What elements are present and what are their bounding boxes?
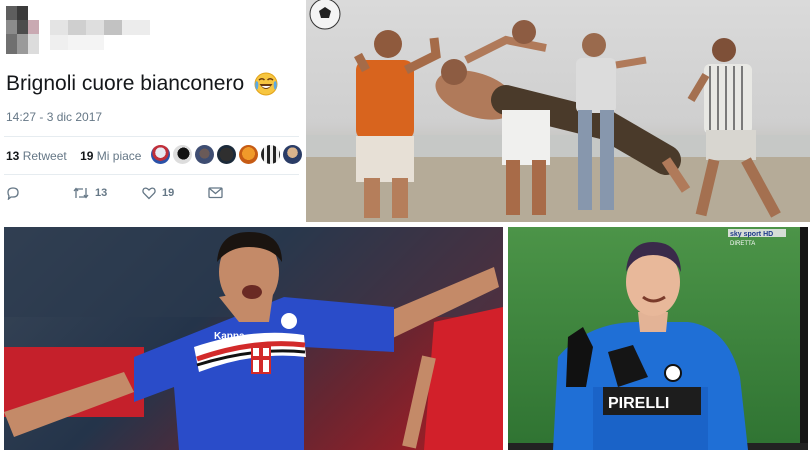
liker-avatar[interactable] [173,145,192,164]
live-badge: DIRETTA [730,241,755,247]
likes-label: Mi piace [96,149,142,163]
like-action-count: 19 [162,187,175,199]
divider [4,136,299,137]
sponsor-text: PIRELLI [608,395,669,412]
engagement-stats: 13 Retweet 19 Mi piace [6,149,141,163]
kit-brand-text: Kappa [214,331,245,342]
channel-name: sky sport HD [730,231,773,238]
like-button[interactable]: 19 [142,186,174,200]
tweet-text-content: Brignoli cuore bianconero [6,72,245,95]
likers-avatars [151,145,302,164]
tv-scene-illustration: sky sport HD DIRETTA PIRELLI [508,227,808,450]
likes-stat[interactable]: 19 Mi piace [80,149,141,163]
liker-avatar[interactable] [151,145,170,164]
player-celebration-photo: Kappa [4,227,503,450]
envelope-icon [208,186,223,199]
heart-icon [142,186,156,200]
liker-avatar[interactable] [283,145,302,164]
tweet-timestamp[interactable]: 14:27 - 3 dic 2017 [6,110,102,124]
celebration-scene-illustration: Kappa [4,227,503,450]
liker-avatar[interactable] [261,145,280,164]
retweet-action-count: 13 [95,187,108,199]
likes-count: 19 [80,149,94,163]
tweet-text: Brignoli cuore bianconero [6,72,278,96]
liker-avatar[interactable] [195,145,214,164]
retweet-stat[interactable]: 13 Retweet [6,149,67,163]
football-ball [309,0,341,30]
divider [4,174,299,175]
liker-avatar[interactable] [239,145,258,164]
username-pixelated[interactable] [50,20,150,50]
face-with-tears-of-joy-icon [254,72,278,96]
tv-screen-photo: sky sport HD DIRETTA PIRELLI [508,227,808,450]
liker-avatar[interactable] [217,145,236,164]
user-avatar-pixelated[interactable] [6,6,50,54]
tv-bezel [800,227,808,450]
beach-scene-illustration [306,0,810,222]
reply-icon [6,186,20,200]
retweet-icon [73,186,89,200]
retweet-label: Retweet [22,149,67,163]
beach-football-photo [306,0,810,222]
opponent-red-shirt [402,307,503,450]
direct-message-button[interactable] [208,186,223,199]
reply-button[interactable] [6,186,20,200]
tweet-actions: 13 19 [6,186,296,206]
tweet-card: Brignoli cuore bianconero 14:27 - 3 dic … [0,0,305,222]
retweet-count: 13 [6,149,20,163]
retweet-button[interactable]: 13 [73,186,107,200]
